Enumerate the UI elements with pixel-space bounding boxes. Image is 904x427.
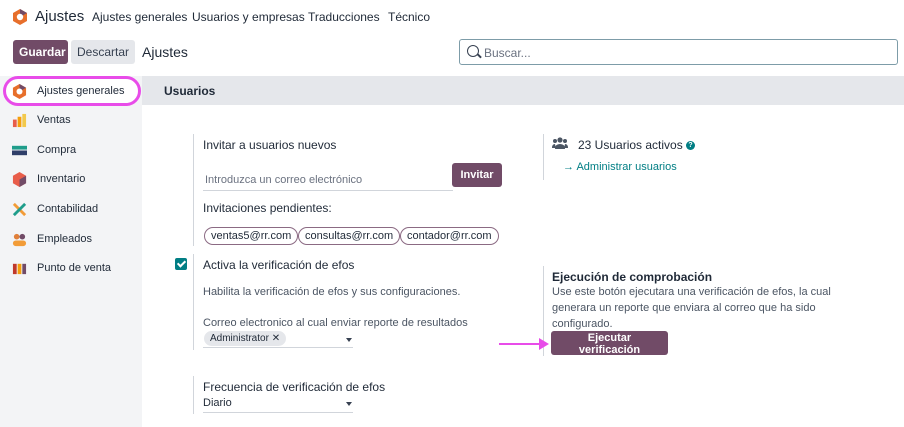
sales-icon xyxy=(12,113,27,128)
efos-checkbox[interactable] xyxy=(175,258,187,270)
divider xyxy=(543,134,544,180)
employees-icon xyxy=(12,233,27,247)
sidebar-item-label: Punto de venta xyxy=(37,262,112,274)
menu-ajustes-generales[interactable]: Ajustes generales xyxy=(92,10,187,24)
annotation-arrow xyxy=(499,343,541,345)
purchase-icon xyxy=(12,145,27,156)
menu-traducciones[interactable]: Traducciones xyxy=(308,10,380,24)
top-navbar: Ajustes Ajustes generales Usuarios y emp… xyxy=(0,0,904,34)
breadcrumb: Ajustes xyxy=(142,44,188,60)
search-input[interactable] xyxy=(482,43,886,62)
divider xyxy=(193,254,194,350)
sidebar-item-ventas[interactable]: Ventas xyxy=(0,108,142,134)
check-run-description: generara un reporte que enviara al corre… xyxy=(552,302,816,314)
discard-button[interactable]: Descartar xyxy=(71,40,135,64)
search-box[interactable] xyxy=(459,39,898,65)
pending-invitations-title: Invitaciones pendientes: xyxy=(203,201,332,215)
chevron-down-icon xyxy=(346,338,352,342)
control-panel: Guardar Descartar Ajustes xyxy=(0,34,904,76)
sidebar-item-ajustes-generales[interactable]: Ajustes generales xyxy=(0,79,142,105)
sidebar-item-label: Inventario xyxy=(37,173,86,185)
active-users-count: 23 Usuarios activos ? xyxy=(578,138,696,152)
arrow-right-icon: → xyxy=(563,161,577,173)
divider xyxy=(193,134,194,246)
frequency-value: Diario xyxy=(203,397,232,409)
check-run-description: configurado. xyxy=(552,318,613,330)
efos-email-select[interactable]: Administrator ✕ xyxy=(203,329,353,348)
invite-email-input[interactable] xyxy=(203,170,453,191)
manage-users-link[interactable]: → Administrar usuarios xyxy=(563,161,677,173)
pending-invitation-pill[interactable]: ventas5@rr.com xyxy=(204,227,299,245)
accounting-icon xyxy=(12,202,27,217)
efos-email-label: Correo electronico al cual enviar report… xyxy=(203,317,468,329)
pending-invitation-pill[interactable]: contador@rr.com xyxy=(400,227,499,245)
run-verification-button[interactable]: Ejecutar verificación xyxy=(551,331,668,356)
efos-title: Activa la verificación de efos xyxy=(203,258,355,272)
recipient-tag[interactable]: Administrator ✕ xyxy=(204,331,287,346)
settings-app-icon[interactable] xyxy=(12,9,28,25)
frequency-title: Frecuencia de verificación de efos xyxy=(203,380,386,394)
efos-description: Habilita la verificación de efos y sus c… xyxy=(203,286,461,298)
check-run-title: Ejecución de comprobación xyxy=(552,270,713,284)
section-title: Usuarios xyxy=(164,84,216,98)
save-button[interactable]: Guardar xyxy=(13,40,68,64)
manage-users-label: Administrar usuarios xyxy=(576,161,677,173)
check-run-description: Use este botón ejecutara una verificació… xyxy=(552,286,831,298)
sidebar-item-inventario[interactable]: Inventario xyxy=(0,167,142,193)
tag-remove-icon[interactable]: ✕ xyxy=(272,333,280,344)
help-icon[interactable]: ? xyxy=(686,141,696,151)
divider xyxy=(193,376,194,414)
invite-title: Invitar a usuarios nuevos xyxy=(203,138,337,152)
section-header: Usuarios xyxy=(142,76,904,105)
sidebar-item-empleados[interactable]: Empleados xyxy=(0,227,142,253)
pending-invitation-pill[interactable]: consultas@rr.com xyxy=(298,227,401,245)
search-icon xyxy=(467,45,479,57)
arrow-head-icon xyxy=(539,338,549,350)
chevron-down-icon xyxy=(346,402,352,406)
sidebar-item-label: Empleados xyxy=(37,233,93,245)
inventory-icon xyxy=(12,172,27,187)
frequency-select[interactable]: Diario xyxy=(203,395,353,413)
app-title[interactable]: Ajustes xyxy=(35,8,84,25)
users-icon xyxy=(552,137,568,149)
menu-tecnico[interactable]: Técnico xyxy=(388,10,430,24)
sidebar-item-punto-de-venta[interactable]: Punto de venta xyxy=(0,256,142,282)
invite-button[interactable]: Invitar xyxy=(452,163,502,187)
sidebar-item-compra[interactable]: Compra xyxy=(0,138,142,164)
sidebar-item-label: Compra xyxy=(37,144,77,156)
sidebar-item-label: Ajustes generales xyxy=(37,85,125,97)
sidebar-item-label: Contabilidad xyxy=(37,203,99,215)
sidebar-item-label: Ventas xyxy=(37,114,71,126)
sidebar-item-contabilidad[interactable]: Contabilidad xyxy=(0,197,142,223)
menu-usuarios-empresas[interactable]: Usuarios y empresas xyxy=(192,10,305,24)
settings-main: Usuarios Invitar a usuarios nuevos Invit… xyxy=(142,76,904,427)
recipient-tag-label: Administrator xyxy=(210,333,269,344)
active-users-label: 23 Usuarios activos xyxy=(578,138,683,152)
pos-icon xyxy=(12,263,27,275)
settings-icon xyxy=(12,84,27,99)
